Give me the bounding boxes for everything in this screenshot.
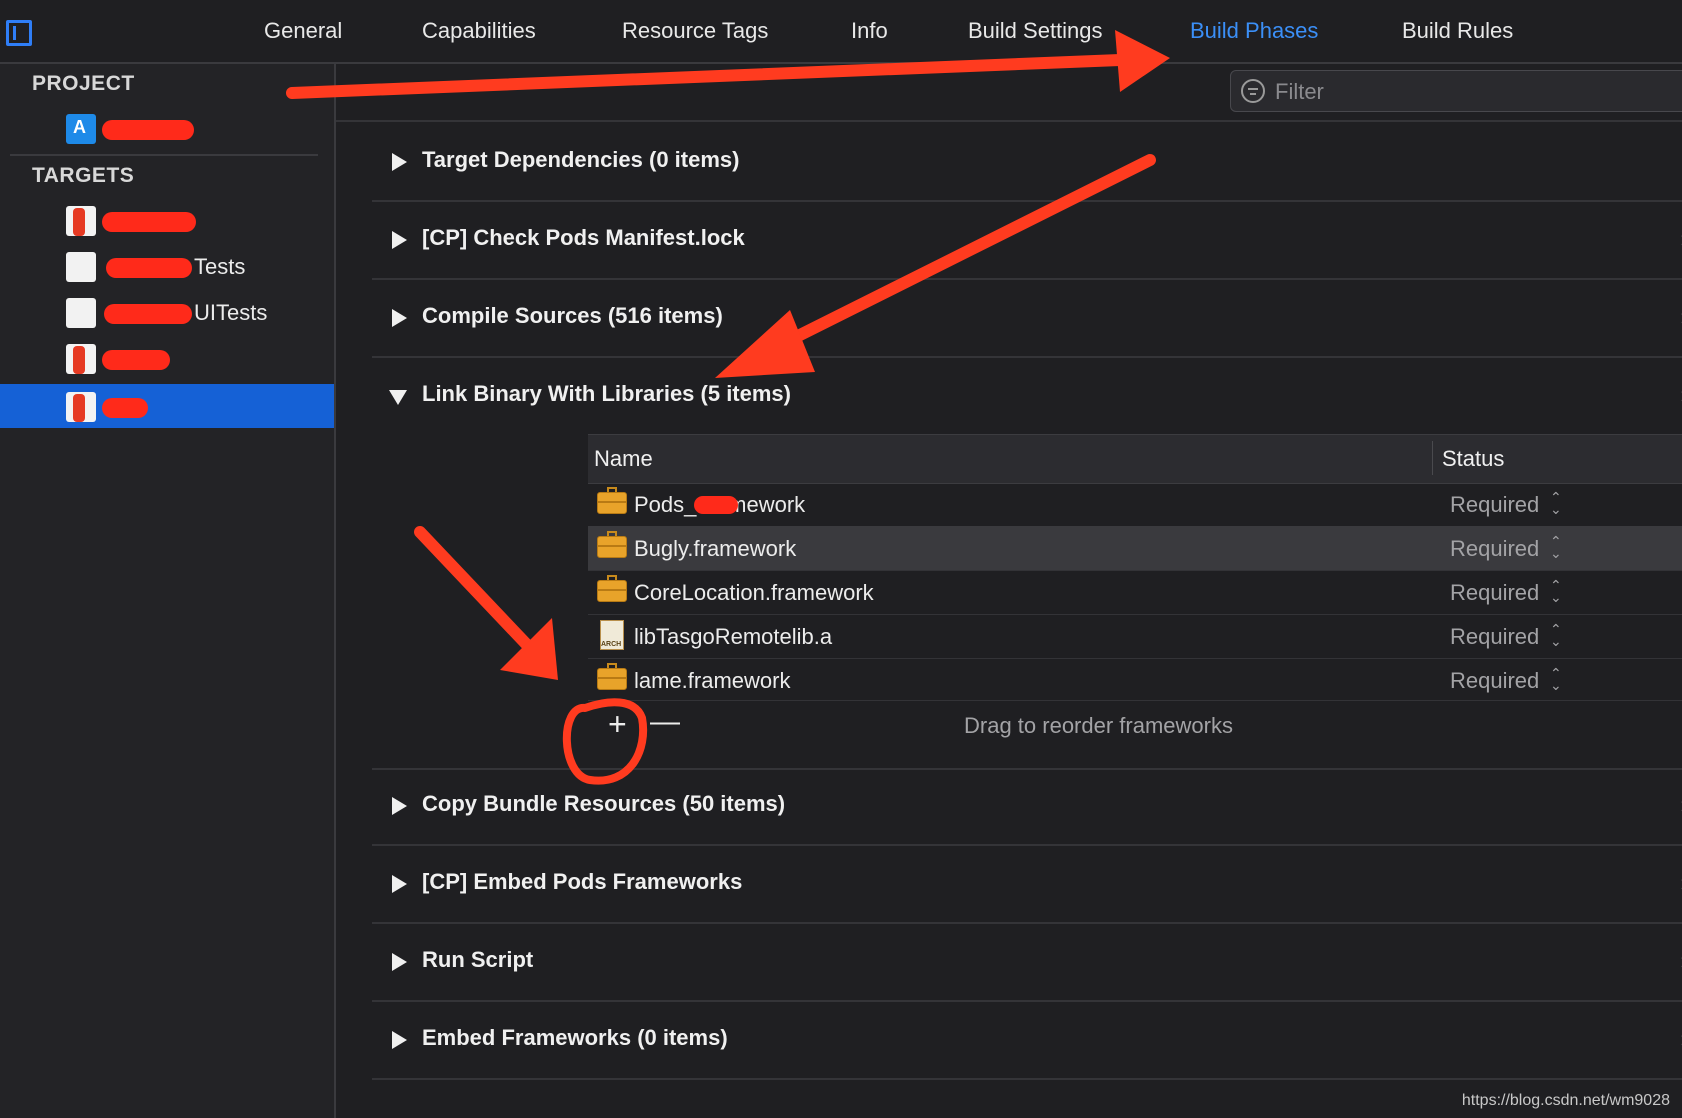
phase-title: Compile Sources (516 items) xyxy=(422,303,723,328)
framework-icon xyxy=(597,575,627,602)
redaction-mark xyxy=(102,398,148,418)
filter-field[interactable] xyxy=(1230,70,1682,112)
column-divider xyxy=(1432,441,1433,475)
table-row[interactable]: Bugly.framework Required ⌃ ⌄ xyxy=(588,526,1682,571)
library-name: CoreLocation.framework xyxy=(634,580,874,605)
framework-icon xyxy=(597,487,627,514)
table-row[interactable]: lame.framework Required ⌃ ⌄ xyxy=(588,658,1682,701)
build-phases-editor: Target Dependencies (0 items) [CP] Check… xyxy=(336,64,1682,1118)
target-item-4[interactable] xyxy=(0,336,334,380)
table-footer: + — Drag to reorder frameworks xyxy=(588,702,1682,748)
tab-general[interactable]: General xyxy=(264,18,342,44)
project-item[interactable] xyxy=(0,106,334,150)
add-library-button[interactable]: + xyxy=(608,708,627,740)
tab-resource-tags[interactable]: Resource Tags xyxy=(622,18,768,44)
project-header: PROJECT xyxy=(32,72,135,95)
status-popup[interactable]: Required xyxy=(1450,624,1539,650)
target-item-selected[interactable] xyxy=(0,384,334,428)
status-popup[interactable]: Required xyxy=(1450,536,1539,562)
disclosure-right-icon[interactable] xyxy=(392,953,407,971)
app-target-icon xyxy=(66,392,96,422)
test-bundle-icon xyxy=(66,252,96,282)
project-navigator: PROJECT TARGETS Tests UITests xyxy=(0,64,336,1118)
status-popup[interactable]: Required xyxy=(1450,580,1539,606)
app-target-icon xyxy=(66,206,96,236)
sidebar-divider xyxy=(10,154,318,156)
watermark-text: https://blog.csdn.net/wm9028 xyxy=(1461,1092,1670,1109)
column-header-status[interactable]: Status xyxy=(1442,446,1504,472)
library-name: lame.framework xyxy=(634,668,791,693)
phase-run-script[interactable]: Run Script › xyxy=(372,922,1682,1002)
updown-chevron-icon[interactable]: ⌃ ⌄ xyxy=(1550,578,1562,604)
framework-icon xyxy=(597,663,627,690)
updown-chevron-icon[interactable]: ⌃ ⌄ xyxy=(1550,490,1562,516)
tab-build-rules[interactable]: Build Rules xyxy=(1402,18,1513,44)
library-name: Bugly.framework xyxy=(634,536,797,561)
phase-embed-frameworks[interactable]: Embed Frameworks (0 items) › xyxy=(372,1000,1682,1080)
redaction-mark xyxy=(102,120,194,140)
phase-title: Link Binary With Libraries (5 items) xyxy=(422,381,791,406)
framework-icon xyxy=(597,531,627,558)
test-bundle-icon xyxy=(66,298,96,328)
redaction-mark xyxy=(104,304,192,324)
static-library-icon xyxy=(600,620,624,650)
disclosure-right-icon[interactable] xyxy=(392,309,407,327)
table-row[interactable]: CoreLocation.framework Required ⌃ ⌄ xyxy=(588,570,1682,615)
phase-target-dependencies[interactable]: Target Dependencies (0 items) xyxy=(372,122,1682,202)
phase-title: Embed Frameworks (0 items) xyxy=(422,1025,728,1050)
table-row[interactable]: Pods_.framework Required ⌃⌄ xyxy=(588,482,1682,527)
disclosure-right-icon[interactable] xyxy=(392,797,407,815)
table-header: Name Status xyxy=(588,434,1682,484)
updown-chevron-icon[interactable]: ⌃ ⌄ xyxy=(1550,666,1562,692)
status-popup[interactable]: Required xyxy=(1450,492,1539,518)
phase-title: [CP] Check Pods Manifest.lock xyxy=(422,225,745,250)
updown-chevron-icon[interactable]: ⌃ ⌄ xyxy=(1550,622,1562,648)
target-item-tests[interactable]: Tests xyxy=(0,244,334,288)
phase-title: Copy Bundle Resources (50 items) xyxy=(422,791,786,816)
app-target-icon xyxy=(66,344,96,374)
reorder-hint: Drag to reorder frameworks xyxy=(964,713,1233,738)
disclosure-down-icon[interactable] xyxy=(389,390,407,405)
tab-capabilities[interactable]: Capabilities xyxy=(422,18,536,44)
tab-build-settings[interactable]: Build Settings xyxy=(968,18,1103,44)
disclosure-right-icon[interactable] xyxy=(392,1031,407,1049)
filter-icon xyxy=(1241,79,1265,103)
disclosure-right-icon[interactable] xyxy=(392,231,407,249)
redaction-mark xyxy=(106,258,192,278)
targets-header: TARGETS xyxy=(32,164,135,187)
app-project-icon xyxy=(66,114,96,144)
phase-check-pods-manifest[interactable]: [CP] Check Pods Manifest.lock › xyxy=(372,200,1682,280)
disclosure-right-icon[interactable] xyxy=(392,153,407,171)
target-item-app[interactable] xyxy=(0,198,334,242)
navigator-toggle-icon[interactable] xyxy=(6,20,32,46)
phase-compile-sources[interactable]: Compile Sources (516 items) › xyxy=(372,278,1682,358)
phase-embed-pods-frameworks[interactable]: [CP] Embed Pods Frameworks › xyxy=(372,844,1682,924)
phase-copy-bundle-resources[interactable]: Copy Bundle Resources (50 items) › xyxy=(372,766,1682,846)
target-item-uitests[interactable]: UITests xyxy=(0,290,334,334)
status-popup[interactable]: Required xyxy=(1450,668,1539,694)
redaction-mark xyxy=(102,212,196,232)
library-name: libTasgoRemotelib.a xyxy=(634,624,833,649)
tab-info[interactable]: Info xyxy=(851,18,888,44)
filter-bar xyxy=(336,64,1682,122)
table-row[interactable]: libTasgoRemotelib.a Required ⌃⌄ xyxy=(588,614,1682,659)
target-label: UITests xyxy=(194,300,268,325)
updown-chevron-icon[interactable]: ⌃ ⌄ xyxy=(1550,534,1562,560)
remove-library-button[interactable]: — xyxy=(650,706,680,738)
phase-title: Run Script xyxy=(422,947,534,972)
redaction-mark xyxy=(694,496,738,514)
disclosure-right-icon[interactable] xyxy=(392,875,407,893)
editor-tab-bar: General Capabilities Resource Tags Info … xyxy=(0,0,1682,64)
phase-title: Target Dependencies (0 items) xyxy=(422,147,740,172)
link-libraries-table: Name Status Pods_.framework Required ⌃⌄ … xyxy=(588,434,1682,740)
redaction-mark xyxy=(102,350,170,370)
tab-build-phases[interactable]: Build Phases xyxy=(1190,18,1318,44)
filter-input[interactable] xyxy=(1273,76,1657,108)
target-label: Tests xyxy=(194,254,246,279)
column-header-name[interactable]: Name xyxy=(594,446,653,472)
phase-title: [CP] Embed Pods Frameworks xyxy=(422,869,743,894)
